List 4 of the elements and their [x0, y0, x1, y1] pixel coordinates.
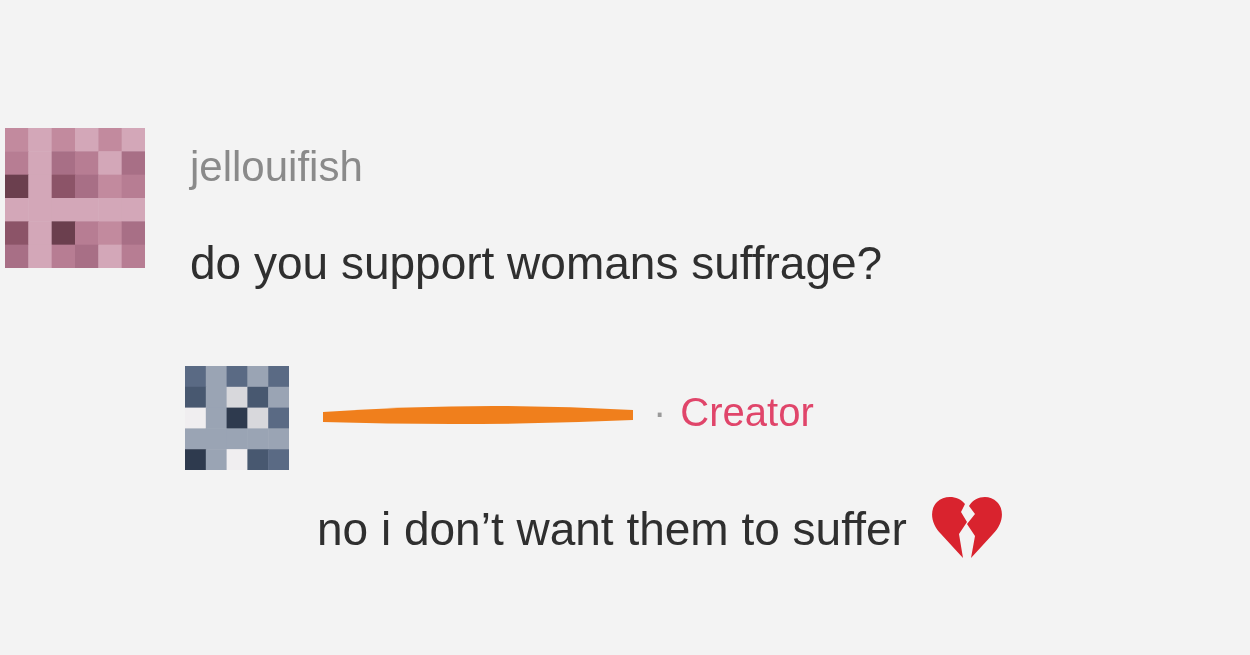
reply-text: no i don’t want them to suffer [317, 506, 907, 552]
creator-label: Creator [680, 392, 814, 432]
separator-dot: · [653, 392, 667, 432]
username[interactable]: jellouifish [190, 146, 883, 188]
